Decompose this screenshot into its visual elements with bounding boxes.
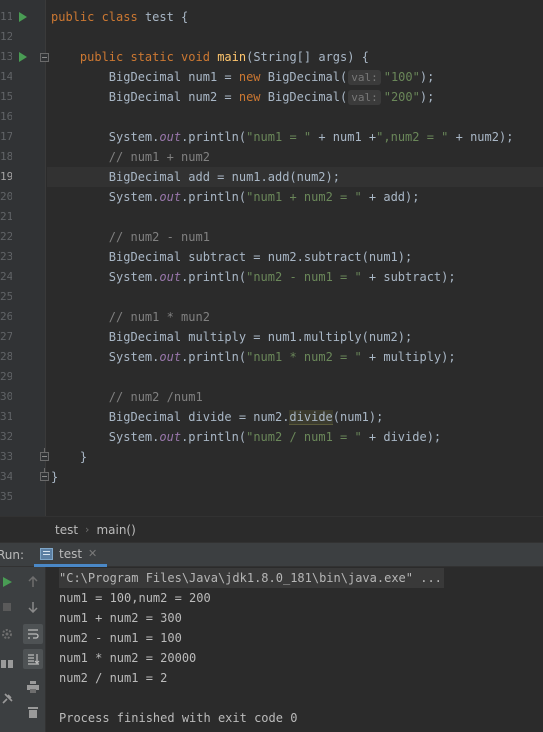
run-toolbar xyxy=(0,567,46,732)
line-number: 33 xyxy=(0,450,12,463)
console-line: num1 = 100,num2 = 200 xyxy=(59,591,211,605)
line-number: 22 xyxy=(0,230,12,243)
scroll-end-icon[interactable] xyxy=(23,649,43,669)
code-line: // num1 + num2 xyxy=(108,150,210,164)
chevron-right-icon: › xyxy=(85,523,90,536)
code-line: public static void main(String[] args) { xyxy=(79,50,369,64)
console-icon xyxy=(40,547,53,560)
layout-icon[interactable] xyxy=(0,654,17,674)
run-panel-header: Run: test ✕ xyxy=(0,542,543,567)
rerun-icon[interactable] xyxy=(0,572,17,592)
stop-icon[interactable] xyxy=(0,597,17,617)
code-line: BigDecimal multiply = num1.multiply(num2… xyxy=(108,330,413,344)
down-arrow-icon[interactable] xyxy=(23,597,43,617)
line-number: 11 xyxy=(0,10,12,23)
up-arrow-icon[interactable] xyxy=(23,572,43,592)
code-line: // num1 * mun2 xyxy=(108,310,210,324)
fold-icon[interactable] xyxy=(40,448,49,461)
line-number: 32 xyxy=(0,430,12,443)
code-line: BigDecimal add = num1.add(num2); xyxy=(108,170,340,184)
highlighted-usage: divide xyxy=(289,410,333,425)
code-line: System.out.println("num1 * num2 = " + mu… xyxy=(108,350,456,364)
code-line: } xyxy=(79,450,88,464)
console-line: num2 / num1 = 2 xyxy=(59,671,168,685)
line-number: 18 xyxy=(0,150,12,163)
line-number: 28 xyxy=(0,350,12,363)
run-icon[interactable] xyxy=(19,52,27,62)
line-number: 34 xyxy=(0,470,12,483)
line-number: 27 xyxy=(0,330,12,343)
line-number: 26 xyxy=(0,310,12,323)
console-output[interactable]: "C:\Program Files\Java\jdk1.8.0_181\bin\… xyxy=(47,567,543,732)
console-line: num2 - num1 = 100 xyxy=(59,631,182,645)
print-icon[interactable] xyxy=(23,677,43,697)
line-number: 29 xyxy=(0,370,12,383)
pin-icon[interactable] xyxy=(0,689,17,709)
fold-icon[interactable] xyxy=(40,53,49,62)
code-line: // num2 /num1 xyxy=(108,390,203,404)
line-number: 16 xyxy=(0,110,12,123)
close-icon[interactable]: ✕ xyxy=(88,547,97,560)
code-line: BigDecimal divide = num2.divide(num1); xyxy=(108,410,384,425)
run-icon[interactable] xyxy=(19,12,27,22)
fold-icon[interactable] xyxy=(40,468,49,481)
run-tab-label: test xyxy=(59,546,83,561)
console-line: num1 * num2 = 20000 xyxy=(59,651,197,665)
settings-icon[interactable] xyxy=(0,624,17,644)
line-number: 20 xyxy=(0,190,12,203)
code-line: // num2 - num1 xyxy=(108,230,210,244)
line-number: 13 xyxy=(0,50,12,63)
line-number: 24 xyxy=(0,270,12,283)
run-tab-test[interactable]: test ✕ xyxy=(34,543,108,567)
console-line-command: "C:\Program Files\Java\jdk1.8.0_181\bin\… xyxy=(59,568,444,588)
line-number: 12 xyxy=(0,30,12,43)
line-number: 30 xyxy=(0,390,12,403)
console-line: num1 + num2 = 300 xyxy=(59,611,182,625)
breadcrumb-method[interactable]: main() xyxy=(96,523,135,537)
soft-wrap-icon[interactable] xyxy=(23,624,43,644)
code-line: BigDecimal num2 = new BigDecimal(val: "20… xyxy=(108,90,435,105)
parameter-hint: val: xyxy=(348,70,381,85)
line-number: 15 xyxy=(0,90,12,103)
code-line: System.out.println("num1 = " + num1 +",n… xyxy=(108,130,514,144)
line-number-current: 19 xyxy=(0,170,12,183)
console-line-exit: Process finished with exit code 0 xyxy=(59,711,298,725)
breadcrumb: test › main() xyxy=(0,516,543,542)
line-number: 21 xyxy=(0,210,12,223)
parameter-hint: val: xyxy=(348,90,381,105)
code-editor[interactable]: 11 12 13 14 15 16 17 18 19 20 21 22 23 2… xyxy=(0,0,543,516)
breadcrumb-file[interactable]: test xyxy=(55,523,78,537)
code-line: System.out.println("num2 - num1 = " + su… xyxy=(108,270,456,284)
line-number: 17 xyxy=(0,130,12,143)
line-number: 35 xyxy=(0,490,12,503)
line-number: 14 xyxy=(0,70,12,83)
code-line: } xyxy=(51,470,59,484)
run-label: Run: xyxy=(0,548,25,562)
line-gutter: 11 12 13 14 15 16 17 18 19 20 21 22 23 2… xyxy=(0,0,49,516)
code-line: public class test { xyxy=(51,10,189,24)
trash-icon[interactable] xyxy=(23,702,43,722)
code-line: System.out.println("num2 / num1 = " + di… xyxy=(108,430,442,444)
code-line: System.out.println("num1 + num2 = " + ad… xyxy=(108,190,420,204)
line-number: 31 xyxy=(0,410,12,423)
code-line: BigDecimal subtract = num2.subtract(num1… xyxy=(108,250,413,264)
line-number: 23 xyxy=(0,250,12,263)
code-line: BigDecimal num1 = new BigDecimal(val: "10… xyxy=(108,70,435,85)
line-number: 25 xyxy=(0,290,12,303)
